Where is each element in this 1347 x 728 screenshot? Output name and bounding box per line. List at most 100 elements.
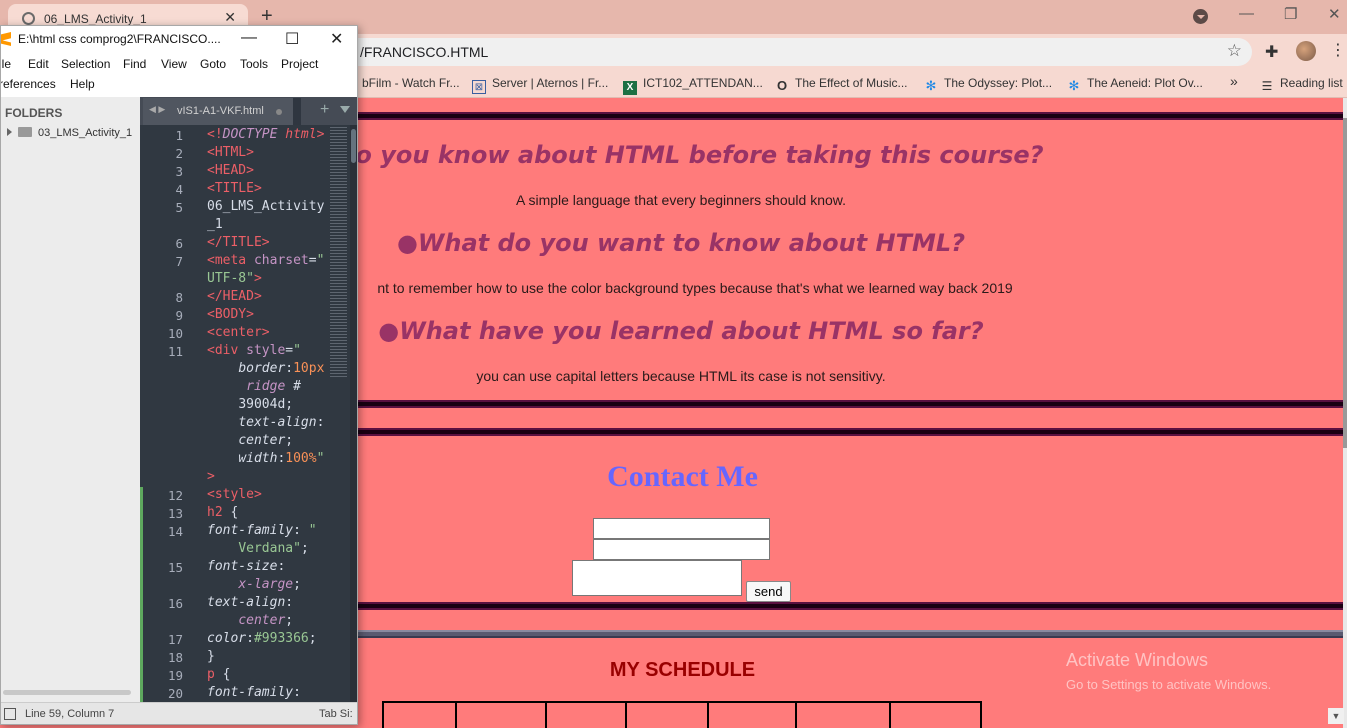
o-icon: O [776, 78, 788, 93]
send-button[interactable]: send [746, 581, 791, 602]
tab-search-icon[interactable] [1193, 9, 1208, 24]
excel-icon: X [623, 81, 637, 95]
code-line: <!DOCTYPE html> [207, 127, 325, 142]
chrome-menu-icon[interactable]: ⋮ [1330, 40, 1346, 60]
code-line: </TITLE> [207, 235, 270, 250]
sidebar-folder-item[interactable]: 03_LMS_Activity_1 [7, 127, 132, 139]
tab-scroll-arrows-icon[interactable]: ◀ ▶ [149, 104, 165, 115]
editor-tab-filename: vIS1-A1-VKF.html [177, 105, 264, 117]
table-header-cell [457, 703, 547, 728]
close-window-icon[interactable]: ✕ [330, 29, 343, 49]
folders-sidebar: FOLDERS 03_LMS_Activity_1 [1, 97, 140, 702]
page-scrollbar[interactable] [1343, 98, 1347, 728]
menu-find[interactable]: Find [123, 57, 146, 71]
schedule-heading: MY SCHEDULE [609, 659, 756, 681]
code-line: <HTML> [207, 145, 254, 160]
maximize-icon[interactable]: ☐ [285, 29, 299, 49]
code-line: UTF-8"> [207, 271, 262, 286]
line-number: 5 [175, 200, 183, 215]
code-line: 39004d; [238, 397, 294, 412]
menu-preferences[interactable]: references [1, 77, 56, 91]
tab-menu-chevron-icon[interactable] [340, 106, 350, 113]
sublime-text-window: E:\html css comprog2\FRANCISCO.... — ☐ ✕… [0, 25, 358, 725]
tab-size-indicator[interactable]: Tab Si: [319, 708, 353, 720]
expand-triangle-icon[interactable] [7, 128, 12, 136]
minimize-icon[interactable]: — [1239, 5, 1254, 22]
code-line: font-family: " [207, 523, 317, 538]
line-number: 16 [167, 596, 183, 611]
menu-view[interactable]: View [161, 57, 187, 71]
line-number: 9 [175, 308, 183, 323]
bookmark-item[interactable]: ✻ The Odyssey: Plot... [924, 76, 1053, 93]
line-number: 20 [167, 686, 183, 701]
snowflake-icon: ✻ [925, 78, 937, 93]
scroll-down-arrow-icon[interactable]: ▼ [1328, 708, 1344, 724]
bookmark-item[interactable]: O The Effect of Music... [775, 76, 908, 93]
menu-tools[interactable]: Tools [240, 57, 268, 71]
profile-avatar[interactable] [1296, 41, 1316, 61]
reading-list-button[interactable]: ☰ Reading list [1260, 76, 1343, 93]
table-header-cell [709, 703, 797, 728]
code-line: <TITLE> [207, 181, 262, 196]
minimize-icon[interactable]: — [241, 29, 257, 47]
code-line: ridge # [246, 379, 301, 394]
line-number: 11 [167, 344, 183, 359]
restore-icon[interactable]: ❐ [1284, 5, 1297, 23]
more-bookmarks-button[interactable]: » [1230, 73, 1238, 89]
table-header-cell [547, 703, 627, 728]
new-file-plus-icon[interactable]: + [320, 101, 329, 119]
contact-name-input[interactable] [593, 518, 770, 539]
reading-list-icon: ☰ [1261, 79, 1273, 93]
code-minimap[interactable] [330, 127, 347, 377]
editor-title-bar: E:\html css comprog2\FRANCISCO.... — ☐ ✕ [1, 26, 357, 53]
code-editor[interactable]: 1 2 3 4 5 6 7 8 9 10 11 12 13 14 15 16 1… [140, 125, 357, 702]
close-window-icon[interactable]: ✕ [1328, 5, 1341, 23]
menu-help[interactable]: Help [70, 77, 95, 91]
editor-scrollbar[interactable] [350, 125, 357, 702]
unsaved-dot-icon[interactable] [276, 109, 282, 115]
menu-edit[interactable]: Edit [28, 57, 49, 71]
address-bar[interactable]: /FRANCISCO.HTML ☆ [220, 38, 1252, 66]
menu-file[interactable]: ile [1, 57, 11, 71]
code-line: </HEAD> [207, 289, 262, 304]
schedule-table [382, 701, 982, 728]
bookmark-star-icon[interactable]: ☆ [1227, 41, 1242, 61]
bookmark-item[interactable]: ✻ The Aeneid: Plot Ov... [1067, 76, 1203, 93]
code-line: p { [207, 667, 231, 682]
code-line: <center> [207, 325, 270, 340]
code-line: font-size: [207, 559, 286, 574]
menu-project[interactable]: Project [281, 57, 318, 71]
editor-file-tab[interactable]: ◀ ▶ vIS1-A1-VKF.html [143, 98, 293, 125]
line-number: 8 [175, 290, 183, 305]
url-text[interactable]: /FRANCISCO.HTML [360, 44, 488, 60]
line-number: 4 [175, 182, 183, 197]
code-line: 06_LMS_Activity [207, 199, 325, 214]
close-tab-icon[interactable]: ✕ [224, 9, 236, 26]
editor-window-title: E:\html css comprog2\FRANCISCO.... [18, 32, 221, 46]
table-header-cell [627, 703, 709, 728]
line-number: 1 [175, 128, 183, 143]
panel-toggle-icon[interactable] [4, 708, 16, 720]
line-number: 12 [167, 488, 183, 503]
contact-heading: Contact Me [607, 460, 758, 493]
code-line: <div style=" [207, 343, 301, 358]
extensions-icon[interactable]: ✚ [1265, 42, 1278, 62]
line-number: 18 [167, 650, 183, 665]
code-line: <style> [207, 487, 262, 502]
cursor-position: Line 59, Column 7 [25, 708, 115, 720]
line-number: 3 [175, 164, 183, 179]
line-number: 19 [167, 668, 183, 683]
table-header-cell [384, 703, 457, 728]
code-line: x-large; [238, 577, 301, 592]
code-line: <HEAD> [207, 163, 254, 178]
menu-selection[interactable]: Selection [61, 57, 110, 71]
bookmark-item[interactable]: bFilm - Watch Fr... [362, 76, 460, 90]
contact-email-input[interactable] [593, 539, 770, 560]
bookmark-item[interactable]: X ICT102_ATTENDAN... [623, 76, 763, 95]
sidebar-horizontal-scrollbar[interactable] [3, 690, 131, 695]
contact-message-textarea[interactable] [572, 560, 742, 596]
code-line: text-align: [207, 595, 294, 610]
bookmark-item[interactable]: ⊠ Server | Aternos | Fr... [472, 76, 608, 94]
code-line: text-align: [238, 415, 325, 430]
menu-goto[interactable]: Goto [200, 57, 226, 71]
